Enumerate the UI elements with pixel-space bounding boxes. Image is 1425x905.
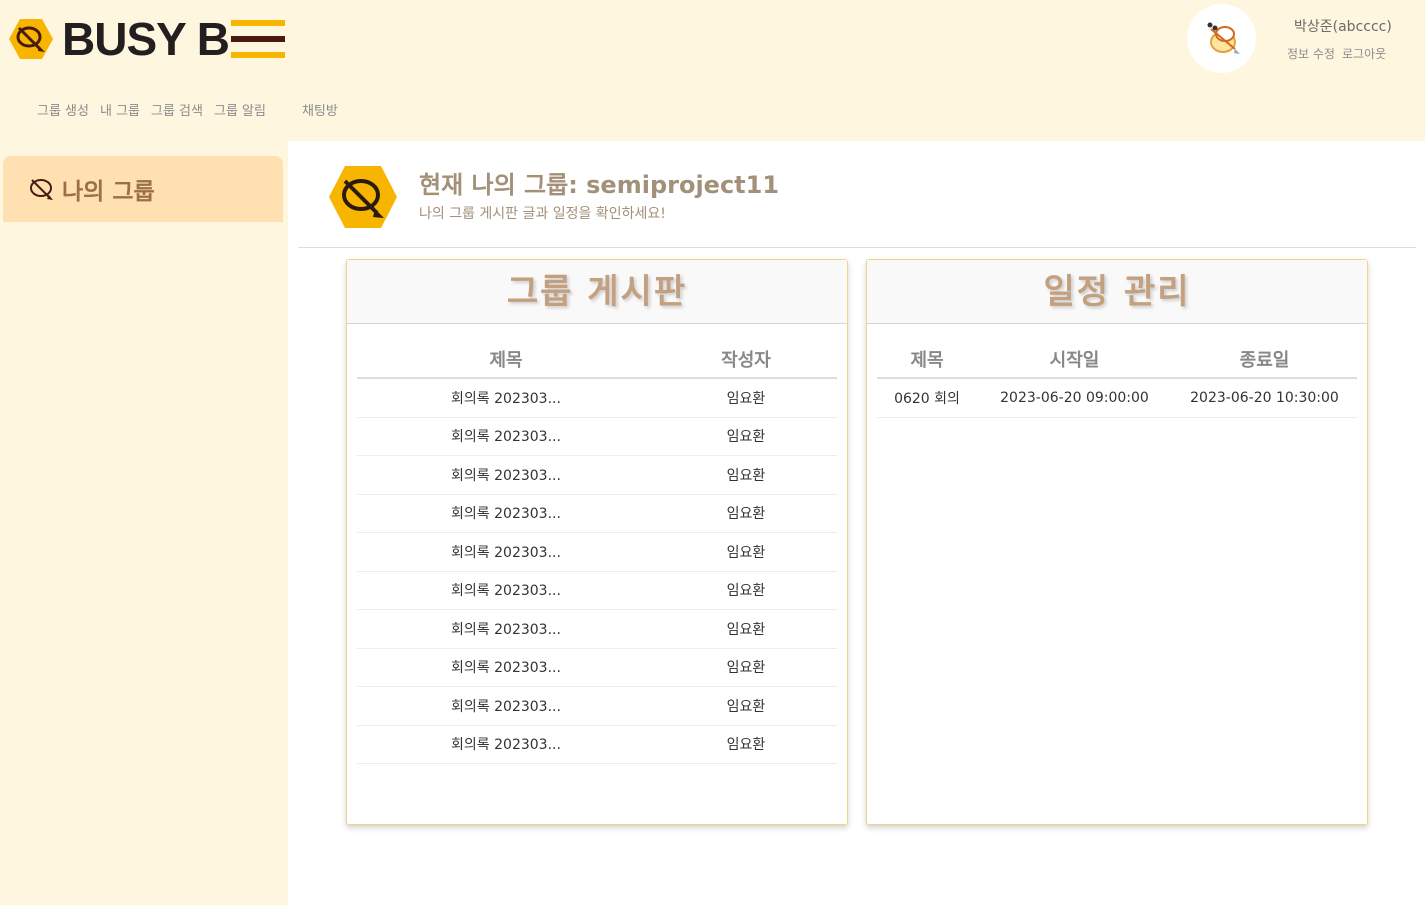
event-title[interactable]: 0620 회의 xyxy=(877,388,977,408)
nav-my-group[interactable]: 내 그룹 xyxy=(100,100,140,119)
post-title[interactable]: 회의록 202303... xyxy=(357,619,655,639)
logo-text: BUSY B xyxy=(62,13,230,65)
event-end: 2023-06-20 10:30:00 xyxy=(1190,389,1339,406)
sidebar-item-label: 나의 그룹 xyxy=(62,179,155,205)
board-title: 그룹 게시판 xyxy=(347,260,847,324)
table-row[interactable]: 회의록 202303... 임요환 xyxy=(357,456,837,495)
post-author: 임요환 xyxy=(726,429,766,446)
column-start: 시작일 xyxy=(1049,349,1100,371)
table-row[interactable]: 회의록 202303... 임요환 xyxy=(357,572,837,610)
user-name: 박상준(abcccc) xyxy=(1294,19,1392,35)
post-title[interactable]: 회의록 202303... xyxy=(357,465,655,485)
post-title[interactable]: 회의록 202303... xyxy=(357,503,655,523)
post-title[interactable]: 회의록 202303... xyxy=(357,734,655,754)
user-links: 정보 수정 로그아웃 xyxy=(1287,45,1386,62)
post-author: 임요환 xyxy=(726,467,766,484)
main-content: 현재 나의 그룹: semiproject11 나의 그룹 게시판 글과 일정을… xyxy=(288,141,1425,905)
logout-link[interactable]: 로그아웃 xyxy=(1342,45,1386,62)
table-row[interactable]: 회의록 202303... 임요환 xyxy=(357,610,837,649)
schedule-table-header: 제목 시작일 종료일 xyxy=(877,340,1357,379)
nav-chatroom[interactable]: 채팅방 xyxy=(302,100,338,119)
event-start: 2023-06-20 09:00:00 xyxy=(1000,389,1149,406)
post-author: 임요환 xyxy=(726,583,766,600)
column-author: 작성자 xyxy=(721,349,771,371)
post-title[interactable]: 회의록 202303... xyxy=(357,426,655,446)
post-title[interactable]: 회의록 202303... xyxy=(357,657,655,677)
logo-bars xyxy=(230,20,285,58)
table-row[interactable]: 회의록 202303... 임요환 xyxy=(357,495,837,533)
sidebar: 나의 그룹 xyxy=(0,141,288,905)
nav-group-search[interactable]: 그룹 검색 xyxy=(151,100,203,119)
table-row[interactable]: 회의록 202303... 임요환 xyxy=(357,649,837,687)
divider xyxy=(298,247,1416,248)
post-title[interactable]: 회의록 202303... xyxy=(357,696,655,716)
post-author: 임요환 xyxy=(726,390,766,407)
post-author: 임요환 xyxy=(726,660,766,677)
sidebar-item-my-group[interactable]: 나의 그룹 xyxy=(3,156,283,222)
group-board-panel: 그룹 게시판 제목 작성자 회의록 202303... 임요환 회의록 2023… xyxy=(346,259,848,825)
header: BUSY B 그룹 생성 내 그룹 그룹 검색 그룹 알림 채팅방 박상준(ab… xyxy=(0,0,1425,141)
top-nav: 그룹 생성 내 그룹 그룹 검색 그룹 알림 채팅방 xyxy=(37,100,349,119)
post-title[interactable]: 회의록 202303... xyxy=(357,542,655,562)
board-table: 제목 작성자 회의록 202303... 임요환 회의록 202303... 임… xyxy=(357,340,837,764)
bee-avatar-icon xyxy=(1207,22,1240,54)
table-row[interactable]: 회의록 202303... 임요환 xyxy=(357,418,837,456)
table-row[interactable]: 회의록 202303... 임요환 xyxy=(357,379,837,418)
post-author: 임요환 xyxy=(726,506,766,523)
schedule-table: 제목 시작일 종료일 0620 회의 2023-06-20 09:00:00 2… xyxy=(877,340,1357,418)
edit-profile-link[interactable]: 정보 수정 xyxy=(1287,45,1335,62)
busy-bee-logo[interactable]: BUSY B xyxy=(8,14,285,64)
schedule-panel: 일정 관리 제목 시작일 종료일 0620 회의 2023-06-20 09:0… xyxy=(866,259,1368,825)
table-row[interactable]: 회의록 202303... 임요환 xyxy=(357,726,837,764)
table-row[interactable]: 0620 회의 2023-06-20 09:00:00 2023-06-20 1… xyxy=(877,379,1357,418)
nav-group-create[interactable]: 그룹 생성 xyxy=(37,100,89,119)
bee-outline-icon xyxy=(30,179,53,200)
bee-hexagon-icon xyxy=(9,19,53,59)
table-row[interactable]: 회의록 202303... 임요환 xyxy=(357,687,837,726)
board-table-header: 제목 작성자 xyxy=(357,340,837,379)
column-title: 제목 xyxy=(910,349,944,371)
post-author: 임요환 xyxy=(726,698,766,715)
group-bee-icon xyxy=(329,166,397,228)
column-title: 제목 xyxy=(489,349,523,371)
column-end: 종료일 xyxy=(1239,349,1290,371)
page-subtitle: 나의 그룹 게시판 글과 일정을 확인하세요! xyxy=(419,206,666,222)
post-author: 임요환 xyxy=(726,544,766,561)
table-row[interactable]: 회의록 202303... 임요환 xyxy=(357,533,837,572)
nav-group-alerts[interactable]: 그룹 알림 xyxy=(214,100,266,119)
post-author: 임요환 xyxy=(726,737,766,754)
avatar[interactable] xyxy=(1187,4,1256,73)
page-title: 현재 나의 그룹: semiproject11 xyxy=(419,171,780,199)
schedule-title: 일정 관리 xyxy=(867,260,1367,324)
post-author: 임요환 xyxy=(726,621,766,638)
post-title[interactable]: 회의록 202303... xyxy=(357,580,655,600)
post-title[interactable]: 회의록 202303... xyxy=(357,388,655,408)
